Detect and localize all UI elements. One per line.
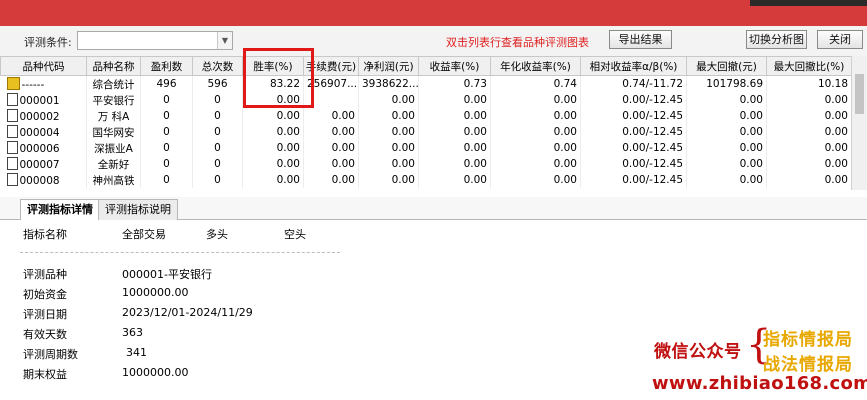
table-row[interactable]: 000006 深振业A 0 0 0.00 0.00 0.00 0.00 0.00… [0, 140, 851, 156]
detail-header-short: 空头 [284, 228, 306, 241]
tab-metric-details[interactable]: 评测指标详情 [20, 199, 100, 221]
col-header-max-drawdown-ratio[interactable]: 最大回撤比(%) [766, 56, 851, 76]
col-header-win-count[interactable]: 盈利数 [140, 56, 193, 76]
detail-label: 评测周期数 [23, 348, 78, 361]
summary-icon [6, 77, 20, 90]
detail-separator [20, 252, 340, 253]
table-row[interactable]: ------ 综合统计 496 596 83.22 256907.... 393… [0, 75, 851, 92]
col-header-relative-return[interactable]: 相对收益率α/β(%) [580, 56, 687, 76]
detail-header-metric: 指标名称 [23, 228, 67, 241]
detail-header-all: 全部交易 [122, 228, 166, 241]
col-header-max-drawdown[interactable]: 最大回撤(元) [686, 56, 767, 76]
col-header-code[interactable]: 品种代码 [0, 56, 87, 76]
table-row[interactable]: 000001 平安银行 0 0 0.00 0.00 0.00 0.00 0.00… [0, 92, 851, 108]
watermark-url: www.zhibiao168.com [652, 373, 867, 394]
detail-value: 000001-平安银行 [122, 268, 212, 281]
tab-metric-explanation[interactable]: 评测指标说明 [98, 199, 178, 220]
watermark-wechat: 微信公众号 [654, 342, 742, 362]
document-icon [6, 93, 18, 106]
titlebar-dark-strip [750, 0, 867, 6]
detail-value: 1000000.00 [122, 286, 189, 299]
detail-value: 363 [122, 326, 143, 339]
document-icon [6, 109, 18, 122]
col-header-total-count[interactable]: 总次数 [192, 56, 243, 76]
col-header-annual-return[interactable]: 年化收益率(%) [490, 56, 581, 76]
table-row[interactable]: 000002 万 科A 0 0 0.00 0.00 0.00 0.00 0.00… [0, 108, 851, 124]
condition-combobox[interactable]: ▼ [77, 31, 233, 50]
detail-label: 初始资金 [23, 288, 67, 301]
table-row[interactable]: 000008 神州高铁 0 0 0.00 0.00 0.00 0.00 0.00… [0, 172, 851, 188]
col-header-win-rate[interactable]: 胜率(%) [242, 56, 304, 76]
detail-label: 评测日期 [23, 308, 67, 321]
table-row[interactable]: 000007 全新好 0 0 0.00 0.00 0.00 0.00 0.00 … [0, 156, 851, 172]
col-header-fee[interactable]: 手续费(元) [303, 56, 359, 76]
col-header-net-profit[interactable]: 净利润(元) [358, 56, 419, 76]
toolbar: 评测条件: ▼ 双击列表行查看品种评测图表 导出结果 切换分析图 关闭 [0, 26, 867, 57]
document-icon [6, 173, 18, 186]
document-icon [6, 125, 18, 138]
double-click-hint: 双击列表行查看品种评测图表 [446, 36, 589, 49]
table-scrollbar[interactable] [851, 56, 867, 190]
detail-value: 1000000.00 [122, 366, 189, 379]
detail-header-long: 多头 [206, 228, 228, 241]
table-header-row: 品种代码 品种名称 盈利数 总次数 胜率(%) 手续费(元) 净利润(元) 收益… [0, 56, 851, 76]
document-icon [6, 141, 18, 154]
document-icon [6, 157, 18, 170]
detail-value: 2023/12/01-2024/11/29 [122, 306, 253, 319]
condition-label: 评测条件: [24, 36, 72, 49]
detail-value: 341 [126, 346, 147, 359]
detail-label: 期末权益 [23, 368, 67, 381]
close-button[interactable]: 关闭 [817, 30, 863, 49]
col-header-return[interactable]: 收益率(%) [418, 56, 491, 76]
export-results-button[interactable]: 导出结果 [609, 30, 672, 49]
col-header-name[interactable]: 品种名称 [86, 56, 141, 76]
window-titlebar [0, 0, 867, 26]
chevron-down-icon[interactable]: ▼ [217, 32, 232, 49]
watermark-brand-1: 指标情报局 [763, 330, 853, 350]
detail-label: 评测品种 [23, 268, 67, 281]
detail-tab-bar: 评测指标详情 评测指标说明 [0, 197, 867, 221]
switch-chart-button[interactable]: 切换分析图 [746, 30, 807, 49]
results-table[interactable]: 品种代码 品种名称 盈利数 总次数 胜率(%) 手续费(元) 净利润(元) 收益… [0, 56, 851, 190]
detail-label: 有效天数 [23, 328, 67, 341]
table-row[interactable]: 000004 国华网安 0 0 0.00 0.00 0.00 0.00 0.00… [0, 124, 851, 140]
watermark-brand-2: 战法情报局 [763, 355, 853, 375]
scrollbar-thumb[interactable] [855, 74, 864, 114]
